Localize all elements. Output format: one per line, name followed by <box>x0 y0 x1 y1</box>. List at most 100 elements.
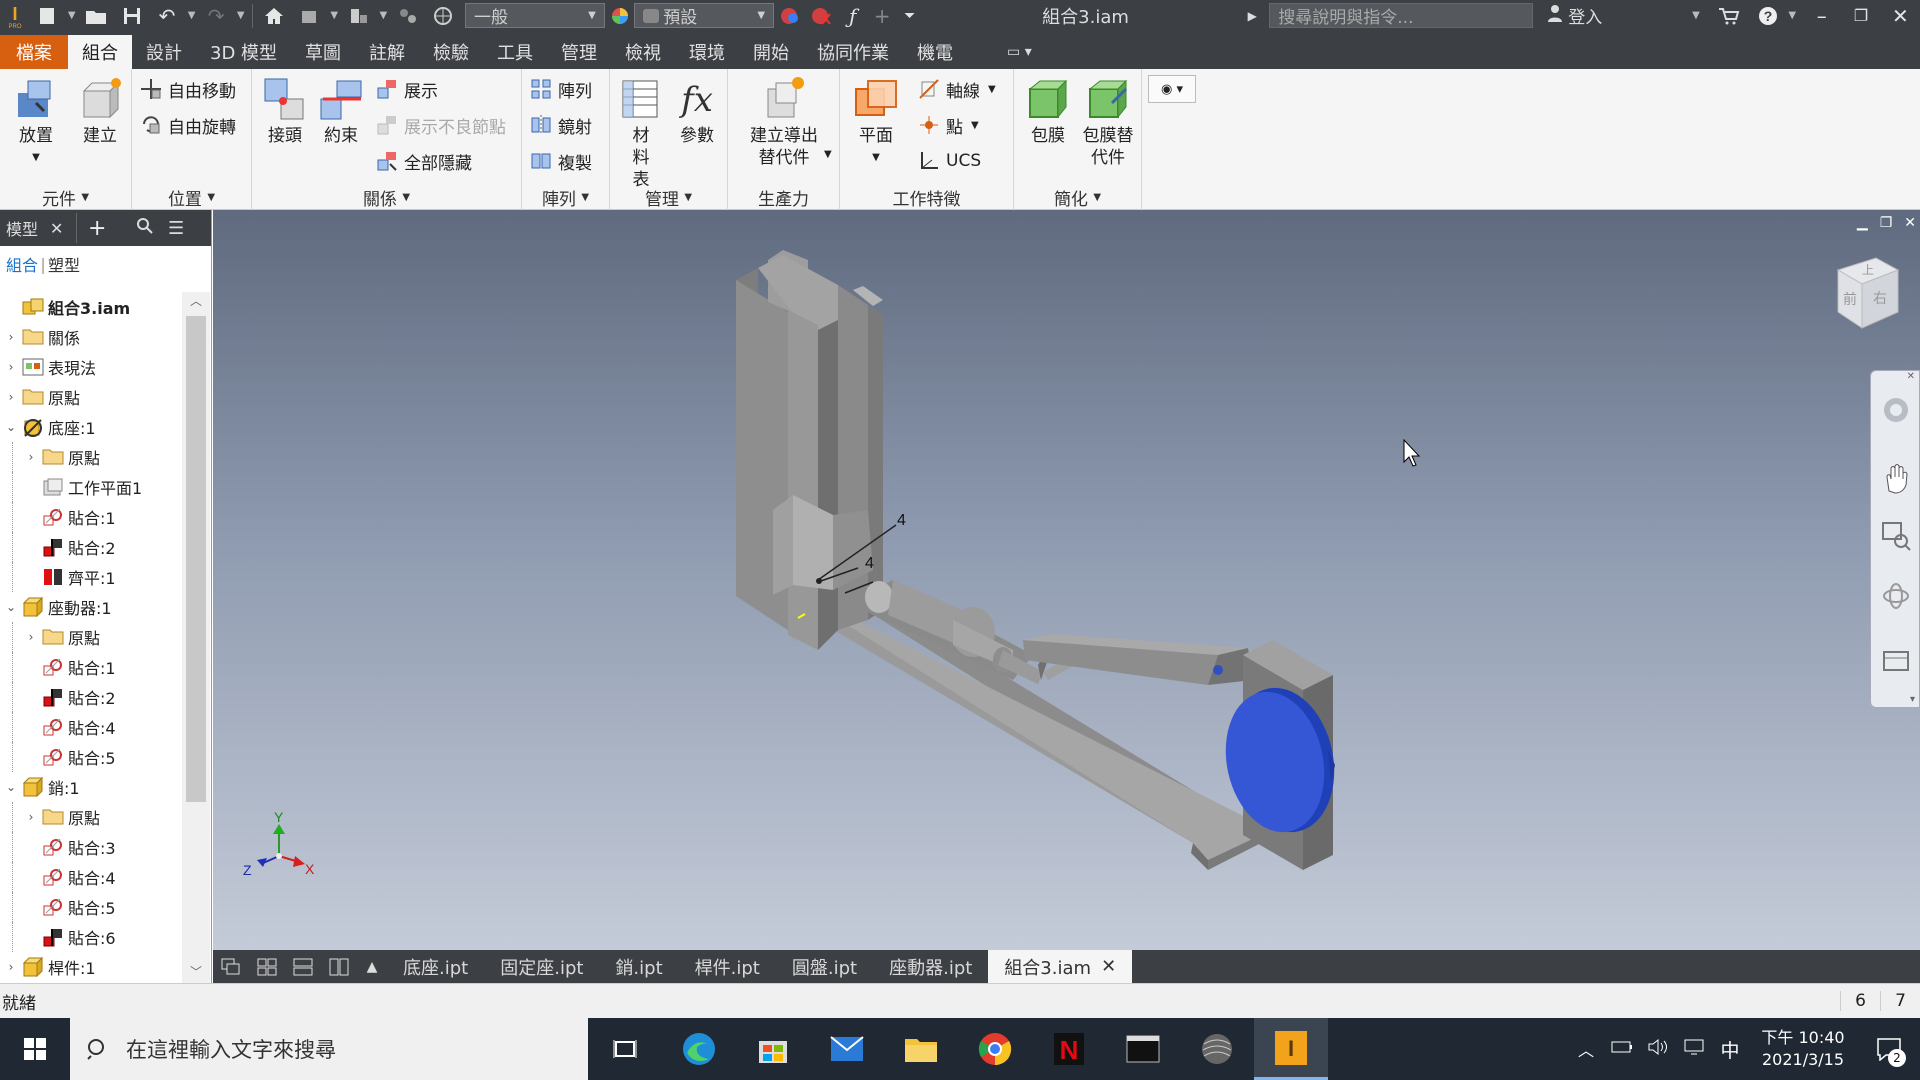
doc-tab-active[interactable]: 組合3.iam ✕ <box>988 950 1133 983</box>
update-icon[interactable] <box>341 0 376 31</box>
group-label-position[interactable]: 位置 ▼ <box>132 184 251 210</box>
taskbar-clock[interactable]: 下午 10:40 2021/3/15 <box>1748 1027 1858 1071</box>
close-browser-icon[interactable]: ✕ <box>50 219 76 238</box>
file-explorer-icon[interactable] <box>884 1018 958 1080</box>
tree-node[interactable]: 貼合:6 <box>0 922 182 952</box>
tree-node[interactable]: › 表現法 <box>0 352 182 382</box>
joint-button[interactable]: 接頭 <box>260 75 310 147</box>
expand-chevron-icon[interactable]: › <box>24 630 38 644</box>
doc-tab[interactable]: 固定座.ipt <box>484 950 599 983</box>
restore-icon[interactable]: ❐ <box>1880 215 1893 231</box>
tab-annotate[interactable]: 註解 <box>355 35 419 69</box>
tree-node[interactable]: 貼合:3 <box>0 832 182 862</box>
close-icon[interactable]: ✕ <box>1904 215 1916 231</box>
minimize-icon[interactable]: – <box>1802 0 1841 31</box>
tree-node[interactable]: ⌄ 座動器:1 <box>0 592 182 622</box>
undo-icon[interactable]: ↶ <box>149 0 184 31</box>
appearance-combo[interactable]: 預設 ▼ <box>634 3 775 28</box>
tab-file[interactable]: 檔案 <box>0 35 68 69</box>
panel-options-icon[interactable]: ▭ ▾ <box>1007 35 1032 69</box>
doc-tab[interactable]: 底座.ipt <box>387 950 484 983</box>
style-combo[interactable]: 一般 ▼ <box>464 3 605 28</box>
point-button[interactable]: 點 ▼ <box>918 111 979 139</box>
hamburger-menu-icon[interactable]: ☰ <box>168 218 194 239</box>
windows-start-icon[interactable] <box>0 1018 70 1080</box>
select-icon[interactable] <box>292 0 327 31</box>
orbit-icon[interactable] <box>1881 581 1911 616</box>
tree-node[interactable]: › 原點 <box>0 622 182 652</box>
copy-button[interactable]: 複製 <box>530 147 592 175</box>
user-icon[interactable] <box>1547 4 1569 27</box>
battery-icon[interactable] <box>1604 1039 1640 1059</box>
collapse-chevron-icon[interactable]: ⌄ <box>4 600 18 614</box>
tab-get-started[interactable]: 開始 <box>739 35 803 69</box>
globe-icon[interactable] <box>426 0 461 31</box>
viewcube-top-label[interactable]: 上 <box>1862 263 1874 277</box>
place-button[interactable]: 放置 ▼ <box>8 75 64 169</box>
undo-dropdown-icon[interactable]: ▼ <box>185 0 199 31</box>
hide-all-button[interactable]: 全部隱藏 <box>376 147 472 175</box>
scroll-up-icon[interactable]: ︿ <box>182 292 210 312</box>
help-search-input[interactable]: 搜尋說明與指令... <box>1269 3 1533 28</box>
mirror-button[interactable]: 鏡射 <box>530 111 592 139</box>
notification-center-icon[interactable]: 2 <box>1858 1037 1920 1067</box>
parameters-button[interactable]: fx 參數 <box>672 75 722 147</box>
fixed-bracket[interactable] <box>736 250 883 650</box>
tree-node[interactable]: 貼合:4 <box>0 712 182 742</box>
create-substitute-button[interactable]: 建立導出替代件 <box>742 75 826 169</box>
show-button[interactable]: 展示 <box>376 75 438 103</box>
tab-modeling-view[interactable]: 塑型 <box>48 252 80 276</box>
redo-icon[interactable]: ↷ <box>198 0 233 31</box>
tab-sketch[interactable]: 草圖 <box>291 35 355 69</box>
tree-node[interactable]: 貼合:5 <box>0 892 182 922</box>
sphere-app-icon[interactable] <box>1180 1018 1254 1080</box>
doc-tab[interactable]: 圓盤.ipt <box>776 950 873 983</box>
collapse-chevron-icon[interactable]: ⌄ <box>4 420 18 434</box>
tree-node[interactable]: › 桿件:1 <box>0 952 182 982</box>
group-label-relationships[interactable]: 關係 ▼ <box>252 184 521 210</box>
inventor-taskbar-icon[interactable]: I <box>1254 1018 1328 1080</box>
network-icon[interactable] <box>1676 1038 1712 1061</box>
tab-environments[interactable]: 環境 <box>675 35 739 69</box>
add-browser-icon[interactable]: + <box>88 216 136 241</box>
shrinkwrap-button[interactable]: 包膜 <box>1020 75 1076 147</box>
help-icon[interactable]: ? <box>1753 0 1782 31</box>
tree-node[interactable]: › 原點 <box>0 802 182 832</box>
tab-list-icon[interactable]: ▲ <box>357 950 387 983</box>
pan-icon[interactable] <box>1881 463 1911 500</box>
search-icon[interactable] <box>136 217 168 239</box>
open-folder-icon[interactable] <box>79 0 114 31</box>
signin-link[interactable]: 登入 <box>1568 3 1686 28</box>
restore-icon[interactable]: ❐ <box>1841 0 1880 31</box>
tree-node[interactable]: 工作平面1 <box>0 472 182 502</box>
free-move-button[interactable]: 自由移動 <box>140 75 236 103</box>
lever-arm[interactable] <box>1023 634 1253 685</box>
tab-electromechanical[interactable]: 機電 <box>903 35 967 69</box>
new-file-icon[interactable] <box>29 0 64 31</box>
tree-node[interactable]: ⌄ 銷:1 <box>0 772 182 802</box>
color-wheel-icon[interactable] <box>605 0 634 31</box>
viewcube[interactable]: 上 前 右 <box>1818 250 1908 334</box>
tab-3d-model[interactable]: 3D 模型 <box>196 35 291 69</box>
dimension-value[interactable]: 4 <box>865 555 874 572</box>
doc-tab[interactable]: 桿件.ipt <box>679 950 776 983</box>
tree-node[interactable]: 齊平:1 <box>0 562 182 592</box>
doc-tab[interactable]: 座動器.ipt <box>873 950 988 983</box>
constrain-button[interactable]: 約束 <box>316 75 366 147</box>
help-dropdown-icon[interactable]: ▼ <box>1782 0 1802 31</box>
tree-node[interactable]: › 關係 <box>0 322 182 352</box>
inventor-logo-icon[interactable]: I PRO <box>0 0 29 31</box>
signin-dropdown-icon[interactable]: ▼ <box>1686 0 1706 31</box>
customize-qat-icon[interactable]: ⏷ <box>896 0 924 31</box>
netflix-icon[interactable]: N <box>1032 1018 1106 1080</box>
tree-node[interactable]: 貼合:5 <box>0 742 182 772</box>
group-label-manage[interactable]: 管理 ▼ <box>610 184 727 210</box>
terminal-icon[interactable] <box>1106 1018 1180 1080</box>
redo-dropdown-icon[interactable]: ▼ <box>234 0 248 31</box>
tree-node[interactable]: 貼合:1 <box>0 652 182 682</box>
expand-chevron-icon[interactable]: › <box>4 390 18 404</box>
expand-chevron-icon[interactable]: › <box>4 360 18 374</box>
graphics-window[interactable]: 4 4 ▁ ❐ ✕ 上 前 右 Y X Z <box>213 210 1920 950</box>
tree-node[interactable]: 貼合:4 <box>0 862 182 892</box>
expand-chevron-icon[interactable]: › <box>4 960 18 974</box>
